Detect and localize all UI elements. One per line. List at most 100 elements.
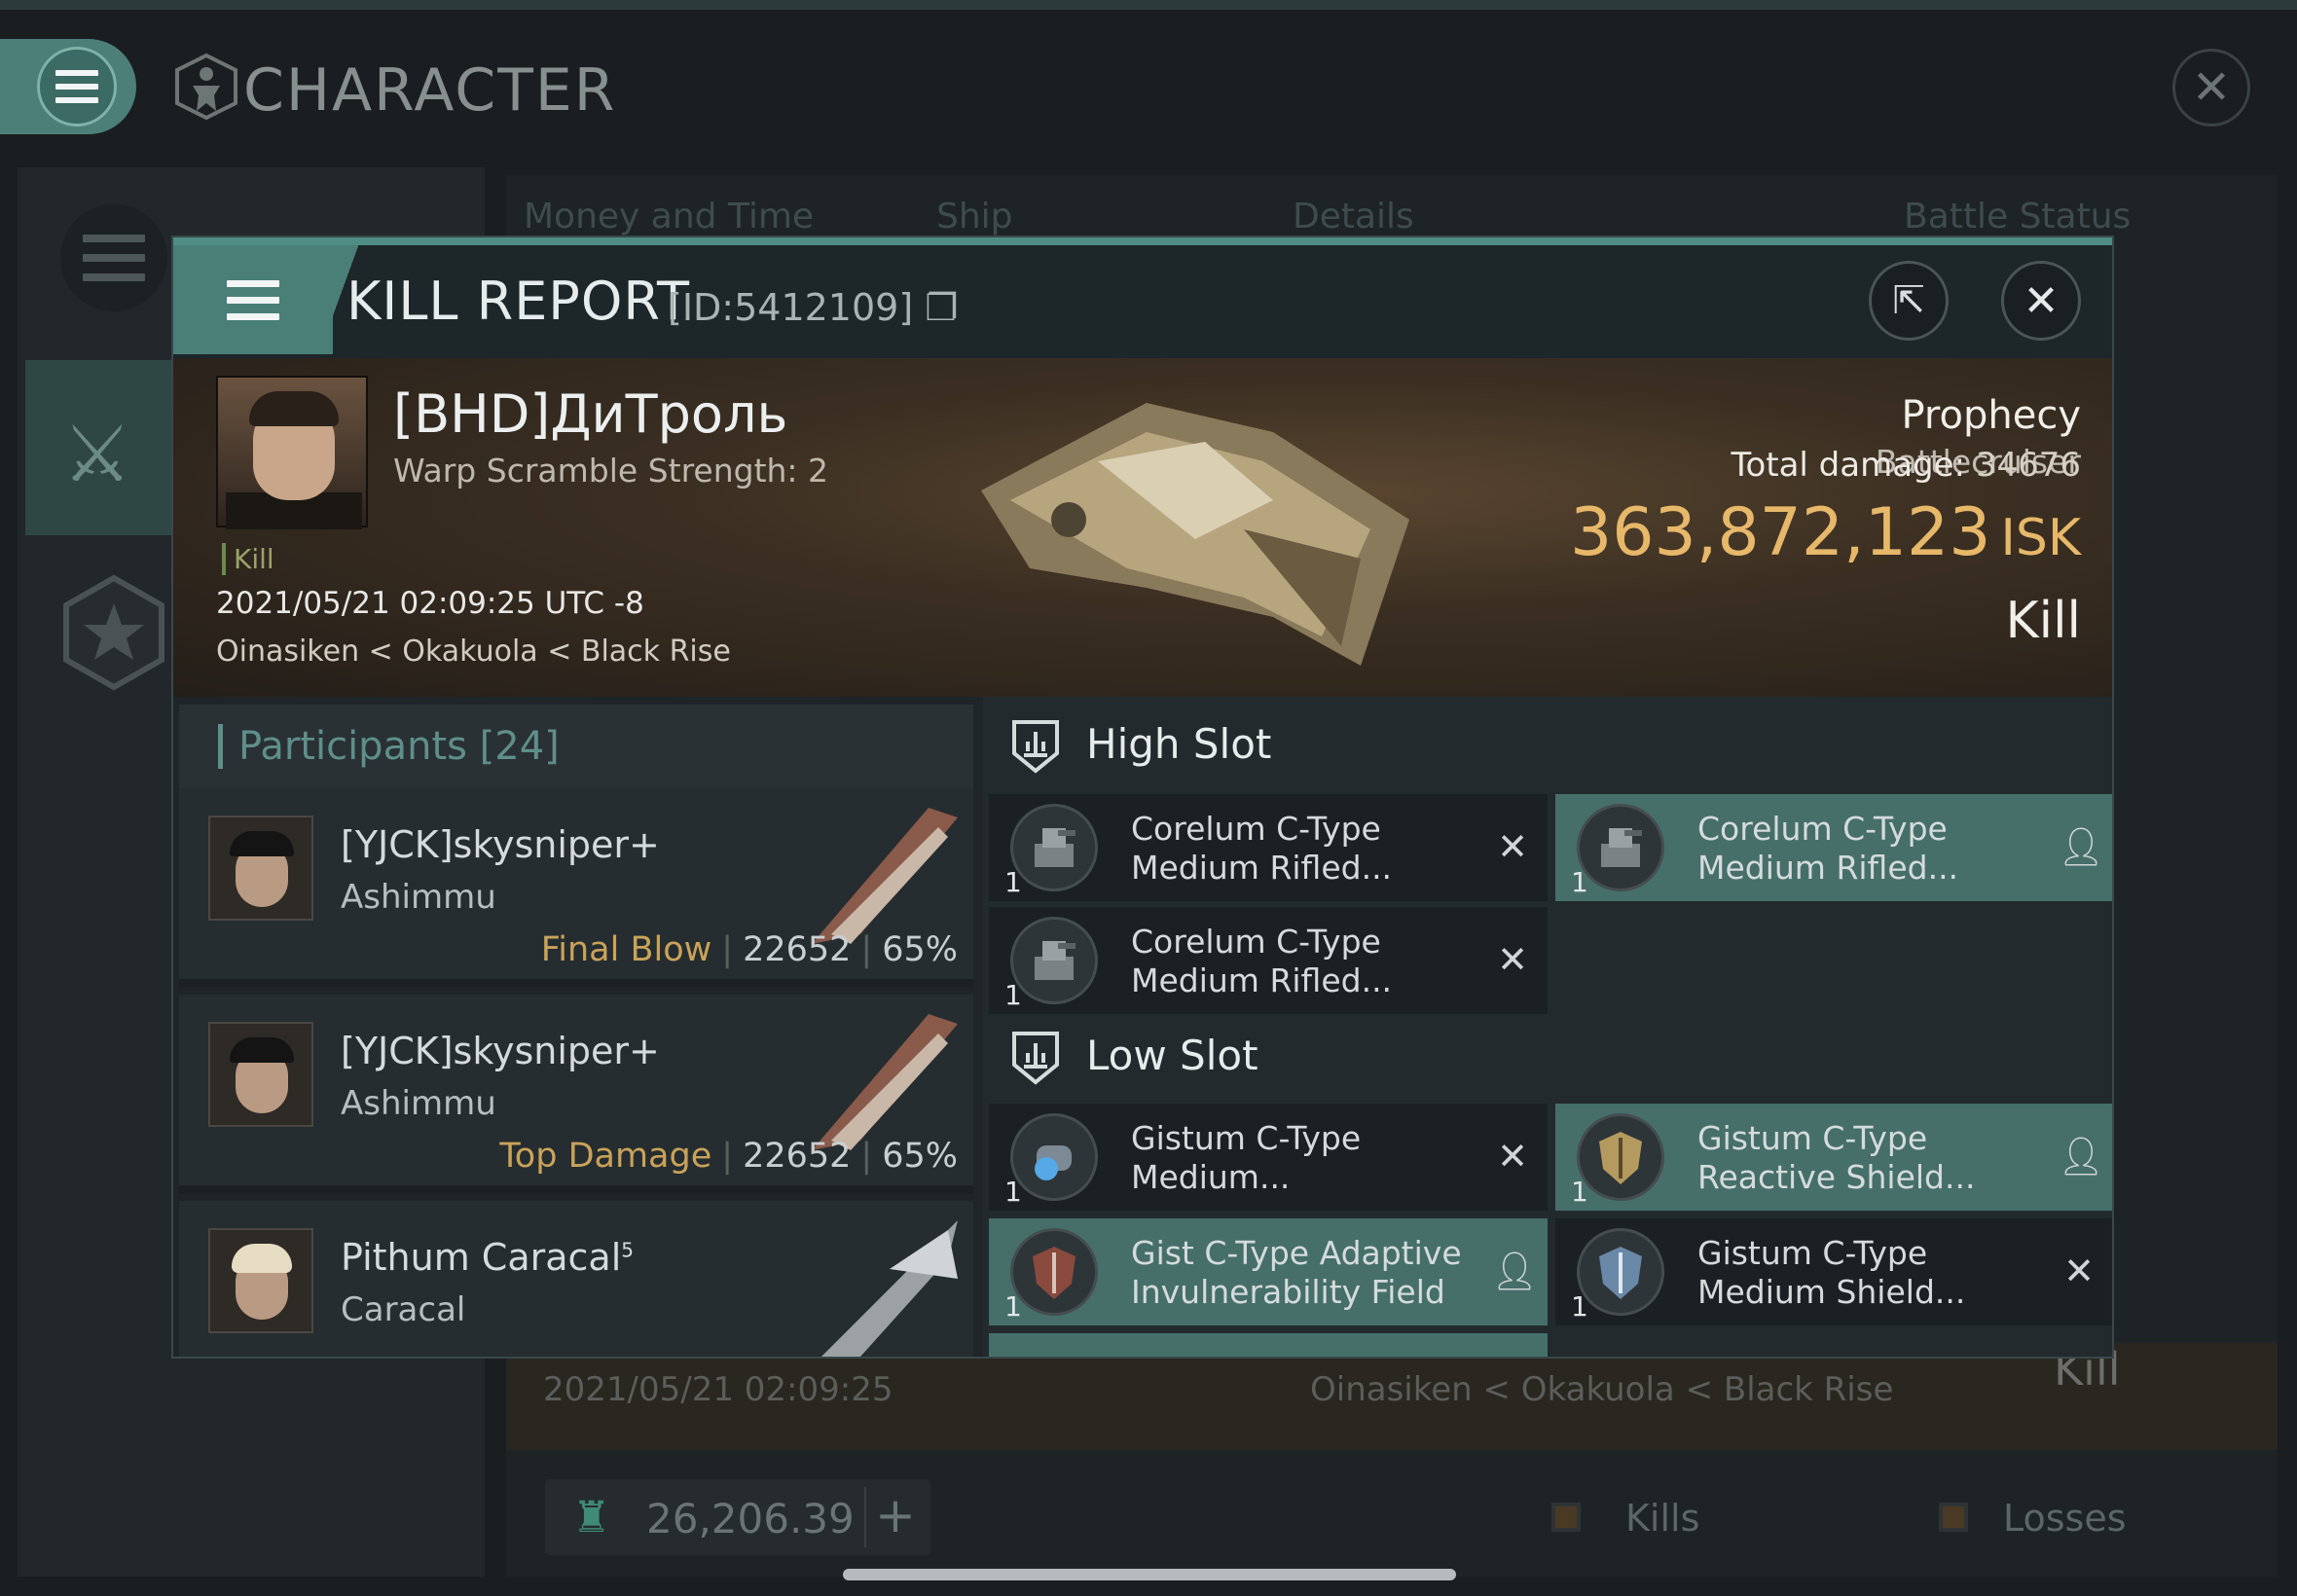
destroyed-x-icon: ✕ — [1497, 938, 1528, 981]
participant-row[interactable]: [YJCK]skysniper+ Ashimmu Top Damage | 2265… — [179, 995, 973, 1193]
item-name: Corelum C-Type Medium Rifled... — [1697, 810, 1959, 887]
character-icon — [175, 53, 237, 121]
share-button[interactable]: ⇱ — [1869, 261, 1949, 341]
item-quantity: 1 — [1004, 866, 1022, 898]
isk-value: 363,872,123 ISK — [1439, 494, 2081, 571]
item-quantity: 1 — [1004, 1290, 1022, 1323]
item-name: Corelum C-Type Medium Rifled... — [1131, 810, 1393, 887]
fitting-item-partial[interactable] — [989, 1333, 1548, 1357]
participant-stats: Final Blow | 22652 | 65% — [540, 930, 958, 969]
fitting-item[interactable]: 1 Gist C-Type Adaptive Invulnerability F… — [989, 1218, 1548, 1325]
participants-panel: Participants [24] [YJCK]skysniper+ Ashim… — [179, 697, 973, 1357]
total-damage-value: 34676 — [1975, 446, 2081, 485]
item-name: Corelum C-Type Medium Rifled... — [1131, 923, 1393, 999]
column-header-details: Details — [1293, 197, 1414, 236]
losses-filter-label: Losses — [2003, 1497, 2127, 1540]
high-slot-title: High Slot — [1086, 720, 1272, 768]
hamburger-icon — [37, 47, 117, 127]
participant-avatar[interactable] — [208, 816, 313, 921]
page-title: CHARACTER — [243, 56, 617, 125]
victim-banner: [BHD]ДиТроль Warp Scramble Strength: 2 K… — [173, 358, 2112, 697]
column-header-ship: Ship — [936, 197, 1013, 236]
participant-name: [YJCK]skysniper+ — [341, 1030, 660, 1072]
participant-percent: 65% — [882, 930, 958, 969]
victim-name[interactable]: [BHD]ДиТроль — [393, 383, 787, 445]
report-id-text: [ID:5412109] — [668, 286, 914, 329]
top-strip — [0, 0, 2297, 10]
sidebar-list-button[interactable] — [60, 204, 167, 311]
participant-name: Pithum Caracal5 — [341, 1236, 634, 1279]
ship-type-name: Prophecy — [1901, 393, 2081, 438]
kill-tag: Kill — [222, 543, 274, 575]
crossed-swords-icon: ⚔ — [62, 409, 132, 499]
copy-icon[interactable]: ❐ — [925, 286, 958, 329]
shield-hardener-icon — [1577, 1113, 1664, 1201]
kill-location[interactable]: Oinasiken < Okakuola < Black Rise — [216, 635, 731, 669]
participant-row[interactable]: Pithum Caracal5 Caracal — [179, 1201, 973, 1357]
participant-damage: 22652 — [743, 930, 852, 969]
row-location: Oinasiken < Okakuola < Black Rise — [1310, 1370, 1894, 1409]
fitting-item[interactable]: 1 Corelum C-Type Medium Rifled... ✕ — [989, 907, 1548, 1014]
turret-icon — [1010, 804, 1098, 891]
column-header-battle-status: Battle Status — [1904, 197, 2132, 236]
person-icon: 👤︎ — [2058, 825, 2105, 868]
participant-ship: Caracal — [341, 1290, 466, 1329]
participant-row[interactable]: [YJCK]skysniper+ Ashimmu Final Blow | 2265… — [179, 788, 973, 987]
participants-header[interactable]: Participants [24] — [179, 705, 973, 788]
main-menu-button[interactable] — [0, 39, 136, 134]
fitting-panel: High Slot 1 Corelum C-Type Medium Rifled… — [983, 697, 2112, 1357]
result-label: Kill — [2005, 592, 2081, 650]
low-slot-header: Low Slot — [983, 1008, 2112, 1106]
wallet-icon: ♜ — [572, 1493, 611, 1542]
kills-checkbox[interactable] — [1551, 1503, 1581, 1532]
item-name: Gistum C-Type Medium Shield... — [1697, 1234, 1966, 1311]
scrollbar[interactable] — [843, 1569, 1456, 1580]
destroyed-x-icon: ✕ — [1497, 1135, 1528, 1178]
victim-ship-image[interactable] — [952, 374, 1458, 685]
item-quantity: 1 — [1004, 1176, 1022, 1208]
fitting-item[interactable]: 1 Corelum C-Type Medium Rifled... 👤︎ — [1555, 794, 2112, 901]
modal-close-button[interactable]: ✕ — [2001, 261, 2081, 341]
participant-ship: Ashimmu — [341, 878, 496, 917]
participant-avatar[interactable] — [208, 1022, 313, 1127]
fitting-item[interactable]: 1 Corelum C-Type Medium Rifled... ✕ — [989, 794, 1548, 901]
person-icon: 👤︎ — [2058, 1135, 2105, 1178]
participant-avatar[interactable] — [208, 1228, 313, 1333]
destroyed-x-icon: ✕ — [1497, 825, 1528, 868]
kill-datetime: 2021/05/21 02:09:25 UTC -8 — [216, 586, 644, 621]
low-slot-title: Low Slot — [1086, 1032, 1258, 1079]
item-name: Gistum C-Type Reactive Shield... — [1697, 1119, 1976, 1196]
low-slot-icon — [1012, 1032, 1059, 1085]
victim-avatar[interactable] — [216, 376, 368, 529]
warp-scramble-strength: Warp Scramble Strength: 2 — [393, 452, 829, 490]
total-damage: Total damage: 34676 — [1633, 446, 2081, 485]
losses-checkbox[interactable] — [1939, 1503, 1968, 1532]
external-link-icon: ⇱ — [1892, 278, 1925, 323]
participant-role: Top Damage — [499, 1137, 712, 1176]
item-quantity: 1 — [1571, 1290, 1588, 1323]
high-slot-header: High Slot — [983, 697, 2112, 794]
fitting-item[interactable]: 1 Gistum C-Type Medium Shield... ✕ — [1555, 1218, 2112, 1325]
wallet-value: 26,206.39 — [646, 1495, 855, 1542]
fitting-item[interactable]: 1 Gistum C-Type Reactive Shield... 👤︎ — [1555, 1104, 2112, 1211]
close-icon: ✕ — [2023, 275, 2060, 326]
close-icon[interactable]: ✕ — [2172, 49, 2250, 127]
sidebar-battle-button[interactable]: ⚔ — [25, 360, 171, 535]
shield-extender-icon — [1577, 1228, 1664, 1316]
sidebar-favorites-button[interactable] — [60, 574, 167, 691]
fitting-item[interactable]: 1 Gistum C-Type Medium... ✕ — [989, 1104, 1548, 1211]
add-funds-button[interactable]: + — [864, 1487, 925, 1547]
participant-role: Final Blow — [540, 930, 712, 969]
participant-percent: 65% — [882, 1137, 958, 1176]
modal-title: KILL REPORT — [346, 271, 690, 332]
participant-name-superscript: 5 — [621, 1238, 634, 1262]
item-quantity: 1 — [1571, 1176, 1588, 1208]
person-icon: 👤︎ — [1491, 1250, 1539, 1292]
isk-amount: 363,872,123 — [1569, 494, 1991, 571]
item-quantity: 1 — [1004, 979, 1022, 1011]
shield-booster-icon — [1010, 1113, 1098, 1201]
report-id[interactable]: [ID:5412109] ❐ — [668, 286, 958, 329]
high-slot-icon — [1012, 720, 1059, 774]
turret-icon — [1010, 917, 1098, 1004]
modal-menu-button[interactable] — [173, 245, 333, 354]
